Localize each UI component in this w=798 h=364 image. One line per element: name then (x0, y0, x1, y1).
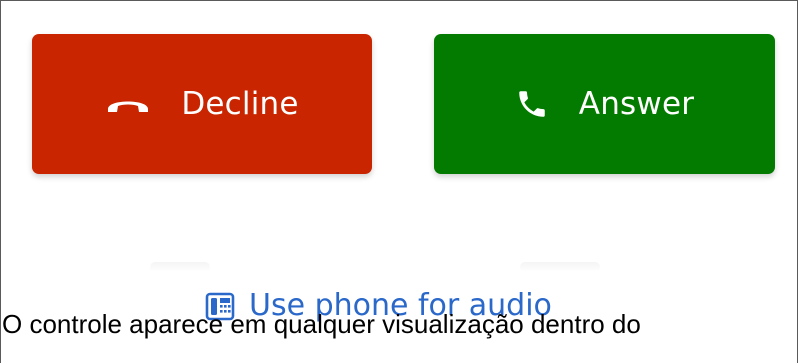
caption-text: O controle aparece em qualquer visualiza… (2, 309, 641, 339)
decline-label: Decline (181, 86, 299, 122)
phone-handset-icon (515, 87, 549, 121)
divider-right (520, 262, 600, 272)
answer-button[interactable]: Answer (434, 34, 775, 174)
divider-left (150, 262, 210, 272)
decline-button[interactable]: Decline (32, 34, 372, 174)
answer-label: Answer (578, 86, 695, 122)
hang-up-phone-icon (105, 93, 151, 115)
